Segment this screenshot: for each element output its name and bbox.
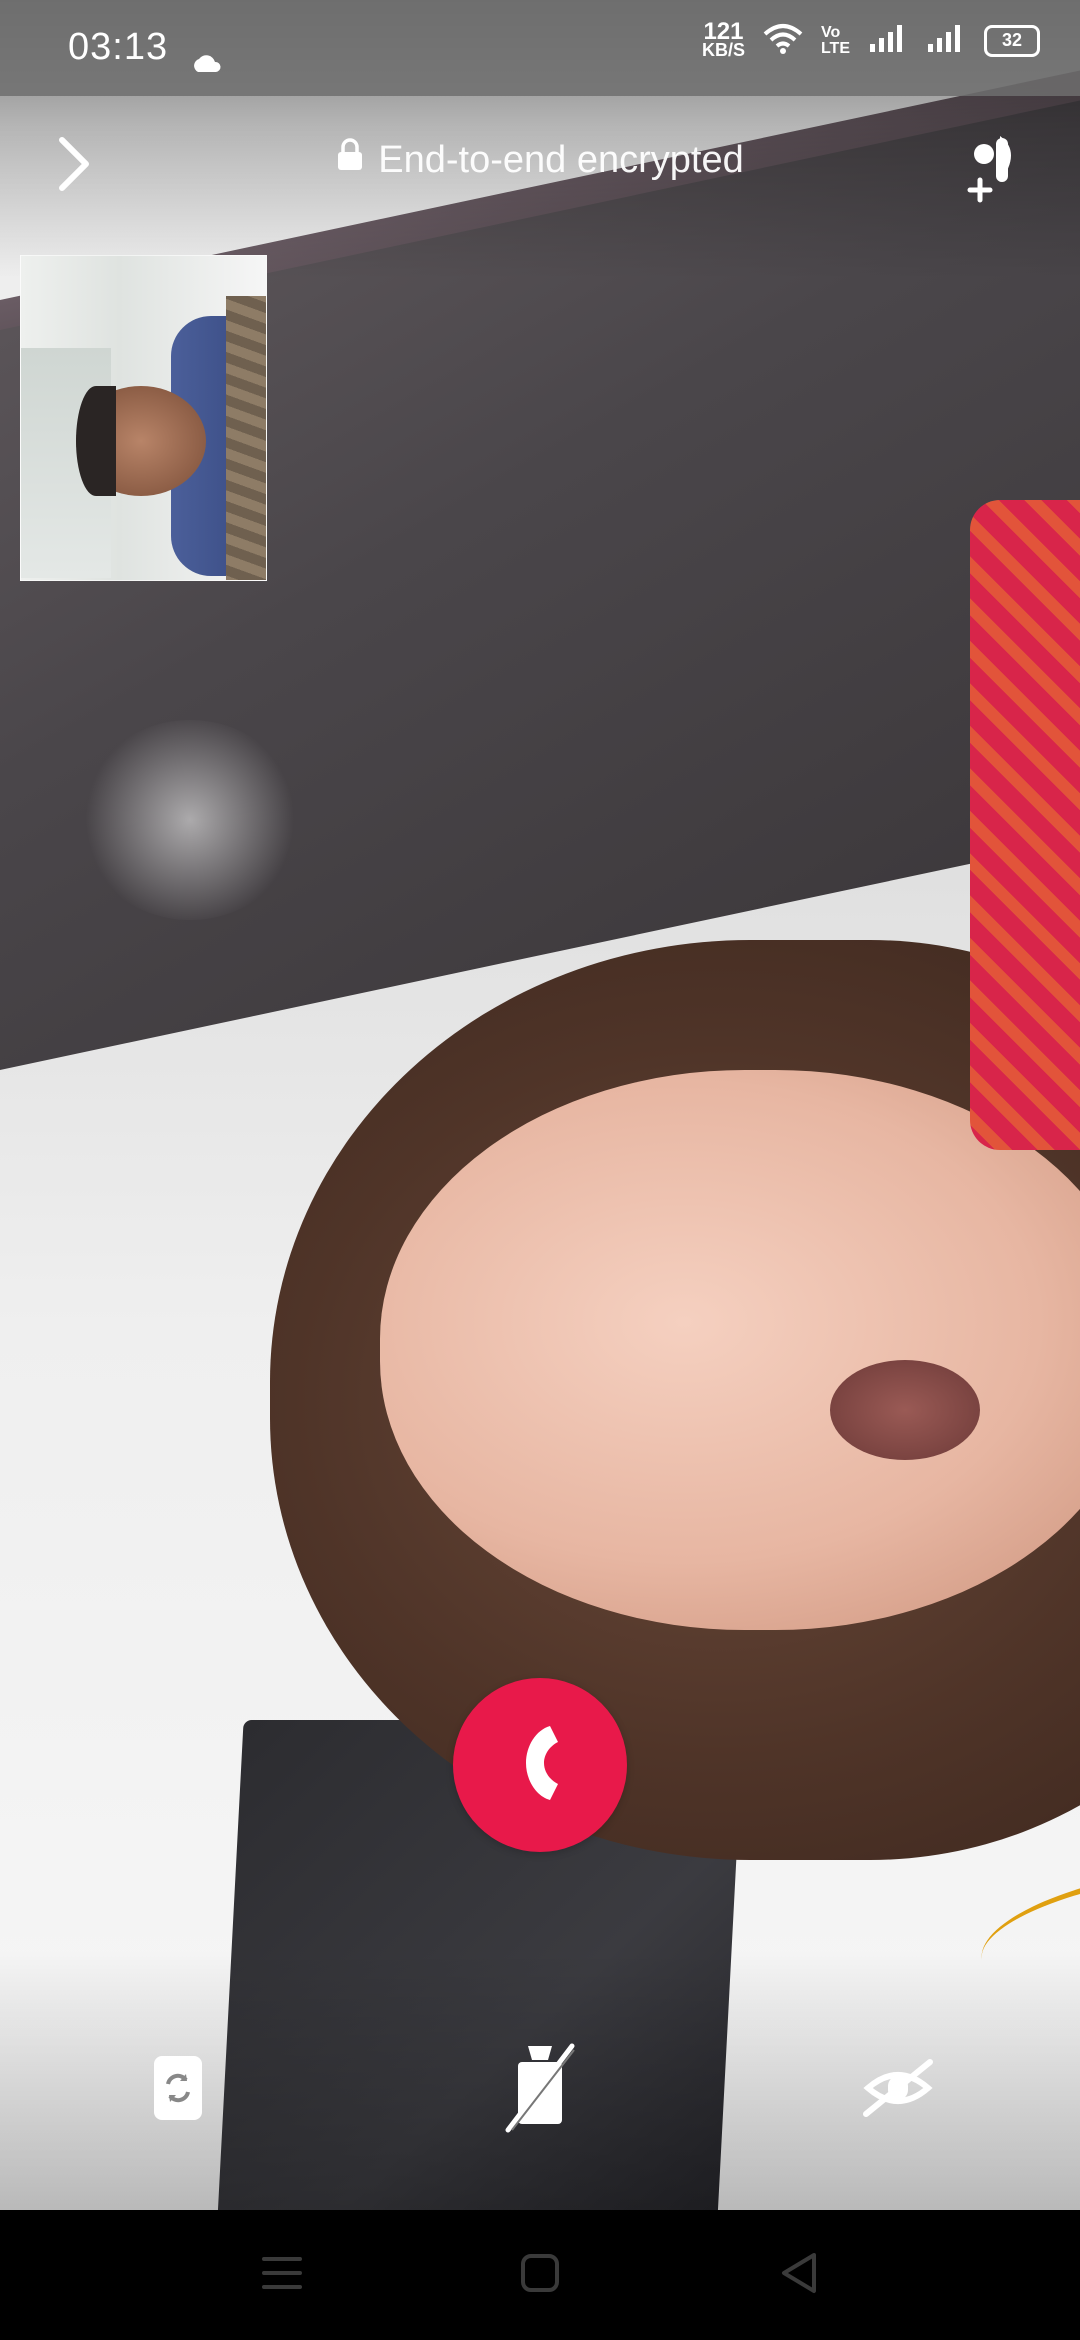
self-view-pip[interactable]: [20, 255, 267, 581]
end-call-icon: [510, 1718, 570, 1813]
lips-graphic: [830, 1360, 980, 1460]
call-header: End-to-end encrypted: [0, 110, 1080, 220]
pip-pillow: [226, 296, 266, 580]
menu-icon: [262, 2255, 302, 2296]
battery-level: 32: [1001, 30, 1023, 50]
home-icon: [520, 2253, 560, 2298]
volte-top-label: Vo: [820, 23, 841, 41]
status-icons: 121 KB/S Vo LTE 32: [701, 17, 1040, 60]
cloud-icon: [190, 54, 224, 79]
net-speed-value: 121: [703, 17, 744, 45]
volte-icon: Vo LTE: [820, 23, 850, 57]
end-call-button[interactable]: [453, 1678, 627, 1852]
remote-person: [260, 940, 1080, 2022]
switch-camera-icon: [146, 2052, 210, 2129]
wifi-icon: [763, 22, 803, 59]
net-speed-unit: KB/S: [701, 39, 745, 60]
menu-button[interactable]: [252, 2250, 312, 2300]
battery-icon: 32: [984, 24, 1040, 57]
back-icon: [778, 2251, 818, 2300]
home-button[interactable]: [510, 2250, 570, 2300]
navigation-bar: [0, 2210, 1080, 2340]
mute-button[interactable]: [848, 2040, 948, 2140]
add-person-icon[interactable]: [966, 132, 1030, 204]
status-time: 03:13: [68, 26, 169, 68]
pip-hair: [76, 386, 116, 496]
dress-graphic: [970, 500, 1080, 1150]
back-button[interactable]: [768, 2250, 828, 2300]
mute-icon: [858, 2056, 938, 2125]
face-graphic: [380, 1070, 1080, 1630]
encryption-notice: End-to-end encrypted: [0, 138, 1080, 182]
video-toggle-button[interactable]: [490, 2040, 590, 2140]
switch-camera-button[interactable]: [128, 2040, 228, 2140]
net-speed: 121 KB/S: [701, 17, 745, 60]
call-controls: [0, 2040, 1080, 2150]
volte-bottom-label: LTE: [820, 39, 850, 57]
status-bar: 03:13 121 KB/S Vo LTE 32: [0, 0, 1080, 96]
encryption-text: End-to-end encrypted: [378, 138, 744, 181]
lock-icon: [336, 138, 364, 182]
signal-icon: [868, 22, 908, 59]
video-off-icon: [502, 2042, 578, 2139]
signal-icon: [926, 22, 966, 59]
light-glare: [80, 720, 300, 920]
